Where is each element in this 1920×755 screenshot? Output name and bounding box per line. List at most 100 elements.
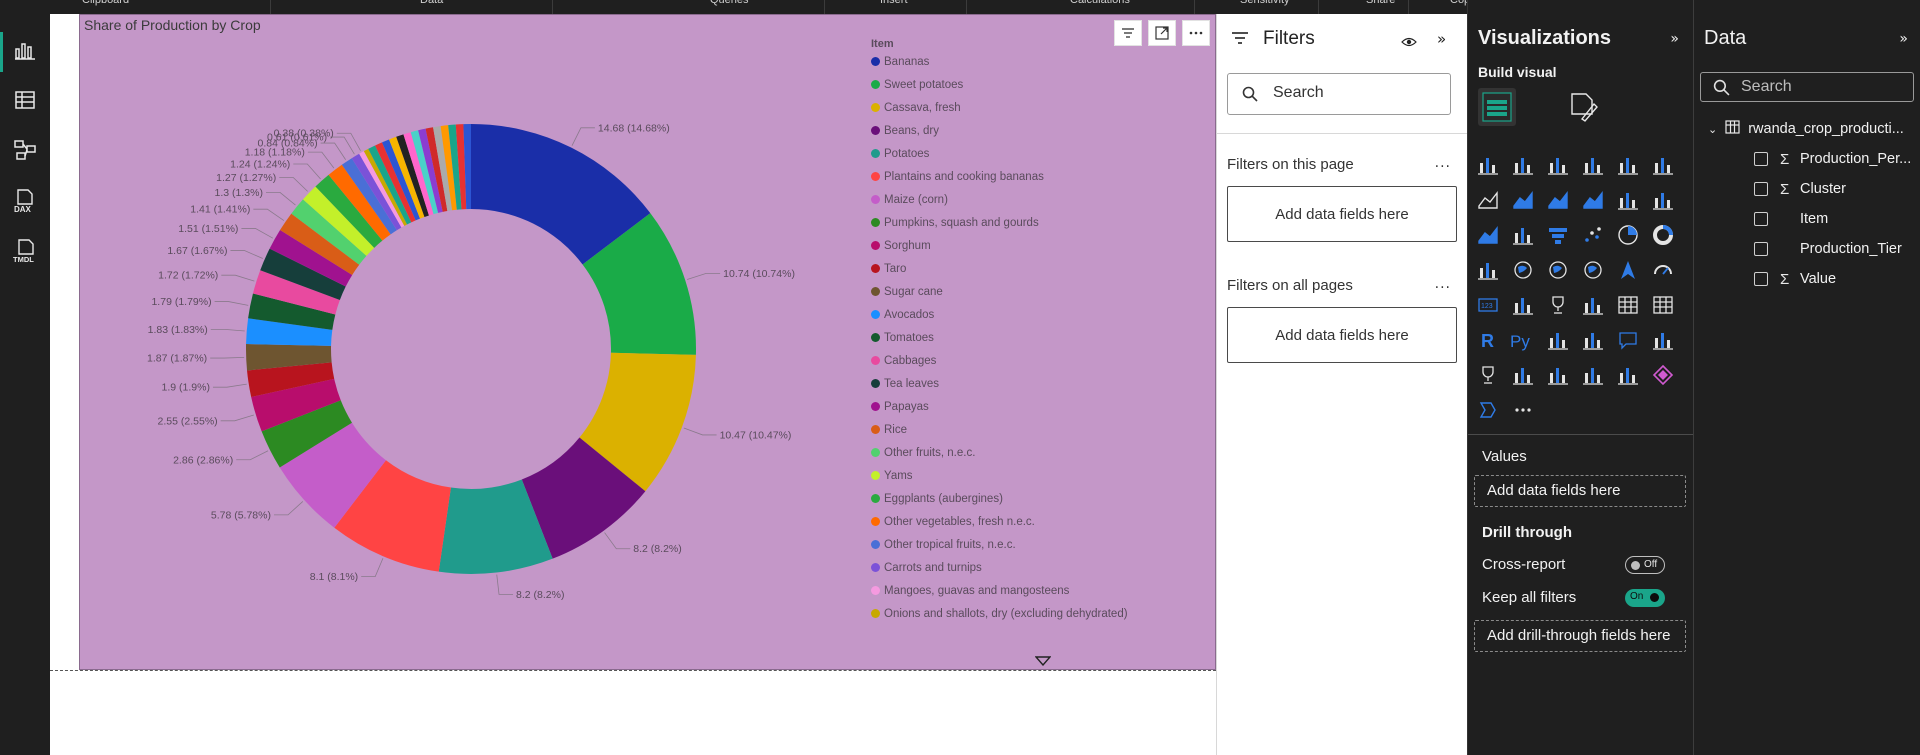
stacked-bar-visual-icon[interactable] xyxy=(1474,151,1502,179)
stacked-area-visual-icon[interactable] xyxy=(1544,186,1572,214)
gauge-visual-icon[interactable] xyxy=(1649,256,1677,284)
legend-item[interactable]: Cabbages xyxy=(871,353,936,368)
chevron-down-icon[interactable]: ⌄ xyxy=(1708,123,1717,136)
more-options-icon[interactable] xyxy=(1182,20,1210,46)
power-apps-visual-icon[interactable] xyxy=(1544,361,1572,389)
filters-search-input[interactable]: Search xyxy=(1227,73,1451,115)
fabric-visual-icon[interactable] xyxy=(1649,361,1677,389)
power-automate-visual-icon[interactable] xyxy=(1579,361,1607,389)
field-row[interactable]: Item xyxy=(1754,208,1828,230)
100-stacked-area-visual-icon[interactable] xyxy=(1579,186,1607,214)
azure-map-visual-icon[interactable] xyxy=(1614,256,1642,284)
table-view-icon[interactable] xyxy=(13,88,37,112)
legend-scroll-down-icon[interactable] xyxy=(1034,651,1052,670)
collapse-filters-icon[interactable]: » xyxy=(1437,30,1446,48)
100-stacked-column-visual-icon[interactable] xyxy=(1649,151,1677,179)
field-checkbox[interactable] xyxy=(1754,182,1768,196)
more-options-icon[interactable]: ... xyxy=(1435,155,1451,171)
clustered-column-visual-icon[interactable] xyxy=(1579,151,1607,179)
legend-item[interactable]: Yams xyxy=(871,468,913,483)
legend-item[interactable]: Papayas xyxy=(871,399,929,414)
line-and-clustered-column-visual-icon[interactable] xyxy=(1649,186,1677,214)
smart-narrative-visual-icon[interactable] xyxy=(1649,326,1677,354)
decomposition-tree-visual-icon[interactable] xyxy=(1579,326,1607,354)
all-pages-filters-drop-zone[interactable]: Add data fields here xyxy=(1227,307,1457,363)
funnel-visual-icon[interactable] xyxy=(1544,221,1572,249)
drill-through-drop-zone[interactable]: Add drill-through fields here xyxy=(1474,620,1686,652)
legend-item[interactable]: Tomatoes xyxy=(871,330,934,345)
more-visuals-visual-icon[interactable] xyxy=(1509,396,1537,424)
field-row[interactable]: Production_Tier xyxy=(1754,238,1902,260)
legend-item[interactable]: Sorghum xyxy=(871,238,931,253)
values-drop-zone[interactable]: Add data fields here xyxy=(1474,475,1686,507)
legend-item[interactable]: Rice xyxy=(871,422,907,437)
field-checkbox[interactable] xyxy=(1754,272,1768,286)
filter-icon[interactable] xyxy=(1114,20,1142,46)
waterfall-visual-icon[interactable] xyxy=(1509,221,1537,249)
legend-item[interactable]: Other tropical fruits, n.e.c. xyxy=(871,537,1016,552)
legend-item[interactable]: Beans, dry xyxy=(871,123,939,138)
100-stacked-bar-visual-icon[interactable] xyxy=(1614,151,1642,179)
field-checkbox[interactable] xyxy=(1754,242,1768,256)
data-search-input[interactable]: Search xyxy=(1700,72,1914,102)
eye-icon[interactable] xyxy=(1401,33,1417,52)
cross-report-toggle[interactable]: Off xyxy=(1625,556,1665,574)
donut-chart-visual[interactable]: Share of Production by Crop 14.68 (14.68… xyxy=(79,14,1216,670)
card-visual-icon[interactable]: 123 xyxy=(1474,291,1502,319)
model-view-icon[interactable] xyxy=(13,138,37,162)
kpi-visual-icon[interactable] xyxy=(1544,291,1572,319)
multi-row-card-visual-icon[interactable] xyxy=(1509,291,1537,319)
field-checkbox[interactable] xyxy=(1754,212,1768,226)
legend-item[interactable]: Sugar cane xyxy=(871,284,943,299)
clustered-bar-visual-icon[interactable] xyxy=(1544,151,1572,179)
qa-visual-icon[interactable] xyxy=(1614,326,1642,354)
field-checkbox[interactable] xyxy=(1754,152,1768,166)
stacked-column-visual-icon[interactable] xyxy=(1509,151,1537,179)
matrix-visual-icon[interactable] xyxy=(1649,291,1677,319)
legend-item[interactable]: Tea leaves xyxy=(871,376,939,391)
python-visual-visual-icon[interactable]: Py xyxy=(1509,326,1537,354)
tmdl-view-icon[interactable]: TMDL xyxy=(13,238,37,264)
report-view-icon[interactable] xyxy=(13,38,37,62)
pie-visual-icon[interactable] xyxy=(1614,221,1642,249)
legend-item[interactable]: Cassava, fresh xyxy=(871,100,961,115)
collapse-visualizations-icon[interactable]: » xyxy=(1670,31,1679,47)
field-row[interactable]: Σ Cluster xyxy=(1754,178,1846,200)
treemap-visual-icon[interactable] xyxy=(1474,256,1502,284)
field-row[interactable]: Σ Production_Per... xyxy=(1754,148,1911,170)
filled-map-visual-icon[interactable] xyxy=(1544,256,1572,284)
legend-item[interactable]: Mangoes, guavas and mangosteens xyxy=(871,583,1069,598)
legend-item[interactable]: Sweet potatoes xyxy=(871,77,963,92)
r-visual-visual-icon[interactable]: R xyxy=(1474,326,1502,354)
metrics-visual-icon[interactable] xyxy=(1474,361,1502,389)
ribbon-chart-visual-icon[interactable] xyxy=(1474,221,1502,249)
page-filters-drop-zone[interactable]: Add data fields here xyxy=(1227,186,1457,242)
keep-all-filters-toggle[interactable]: On xyxy=(1625,589,1665,607)
legend-item[interactable]: Maize (corn) xyxy=(871,192,948,207)
legend-item[interactable]: Taro xyxy=(871,261,906,276)
area-visual-icon[interactable] xyxy=(1509,186,1537,214)
legend-item[interactable]: Eggplants (aubergines) xyxy=(871,491,1003,506)
legend-item[interactable]: Other vegetables, fresh n.e.c. xyxy=(871,514,1035,529)
focus-mode-icon[interactable] xyxy=(1148,20,1176,46)
build-visual-tab[interactable] xyxy=(1478,88,1516,126)
key-influencers-visual-icon[interactable] xyxy=(1544,326,1572,354)
table-node[interactable]: ⌄ rwanda_crop_producti... xyxy=(1708,118,1904,140)
legend-item[interactable]: Potatoes xyxy=(871,146,929,161)
donut-visual-icon[interactable] xyxy=(1649,221,1677,249)
more-options-icon[interactable]: ... xyxy=(1435,276,1451,292)
format-visual-tab[interactable] xyxy=(1564,88,1602,126)
collapse-data-icon[interactable]: » xyxy=(1899,31,1908,47)
donut-chart[interactable]: 14.68 (14.68%) 10.74 (10.74%) 10.47 (10.47… xyxy=(80,15,1217,671)
legend-item[interactable]: Other fruits, n.e.c. xyxy=(871,445,975,460)
line-and-stacked-column-visual-icon[interactable] xyxy=(1614,186,1642,214)
legend-item[interactable]: Plantains and cooking bananas xyxy=(871,169,1044,184)
field-row[interactable]: Σ Value xyxy=(1754,268,1836,290)
legend-item[interactable]: Onions and shallots, dry (excluding dehy… xyxy=(871,606,1128,621)
legend-item[interactable]: Carrots and turnips xyxy=(871,560,982,575)
legend-item[interactable]: Pumpkins, squash and gourds xyxy=(871,215,1039,230)
slicer-visual-icon[interactable] xyxy=(1579,291,1607,319)
arcgis-visual-icon[interactable] xyxy=(1614,361,1642,389)
legend-item[interactable]: Bananas xyxy=(871,54,929,69)
dax-query-view-icon[interactable]: DAX xyxy=(13,188,37,214)
